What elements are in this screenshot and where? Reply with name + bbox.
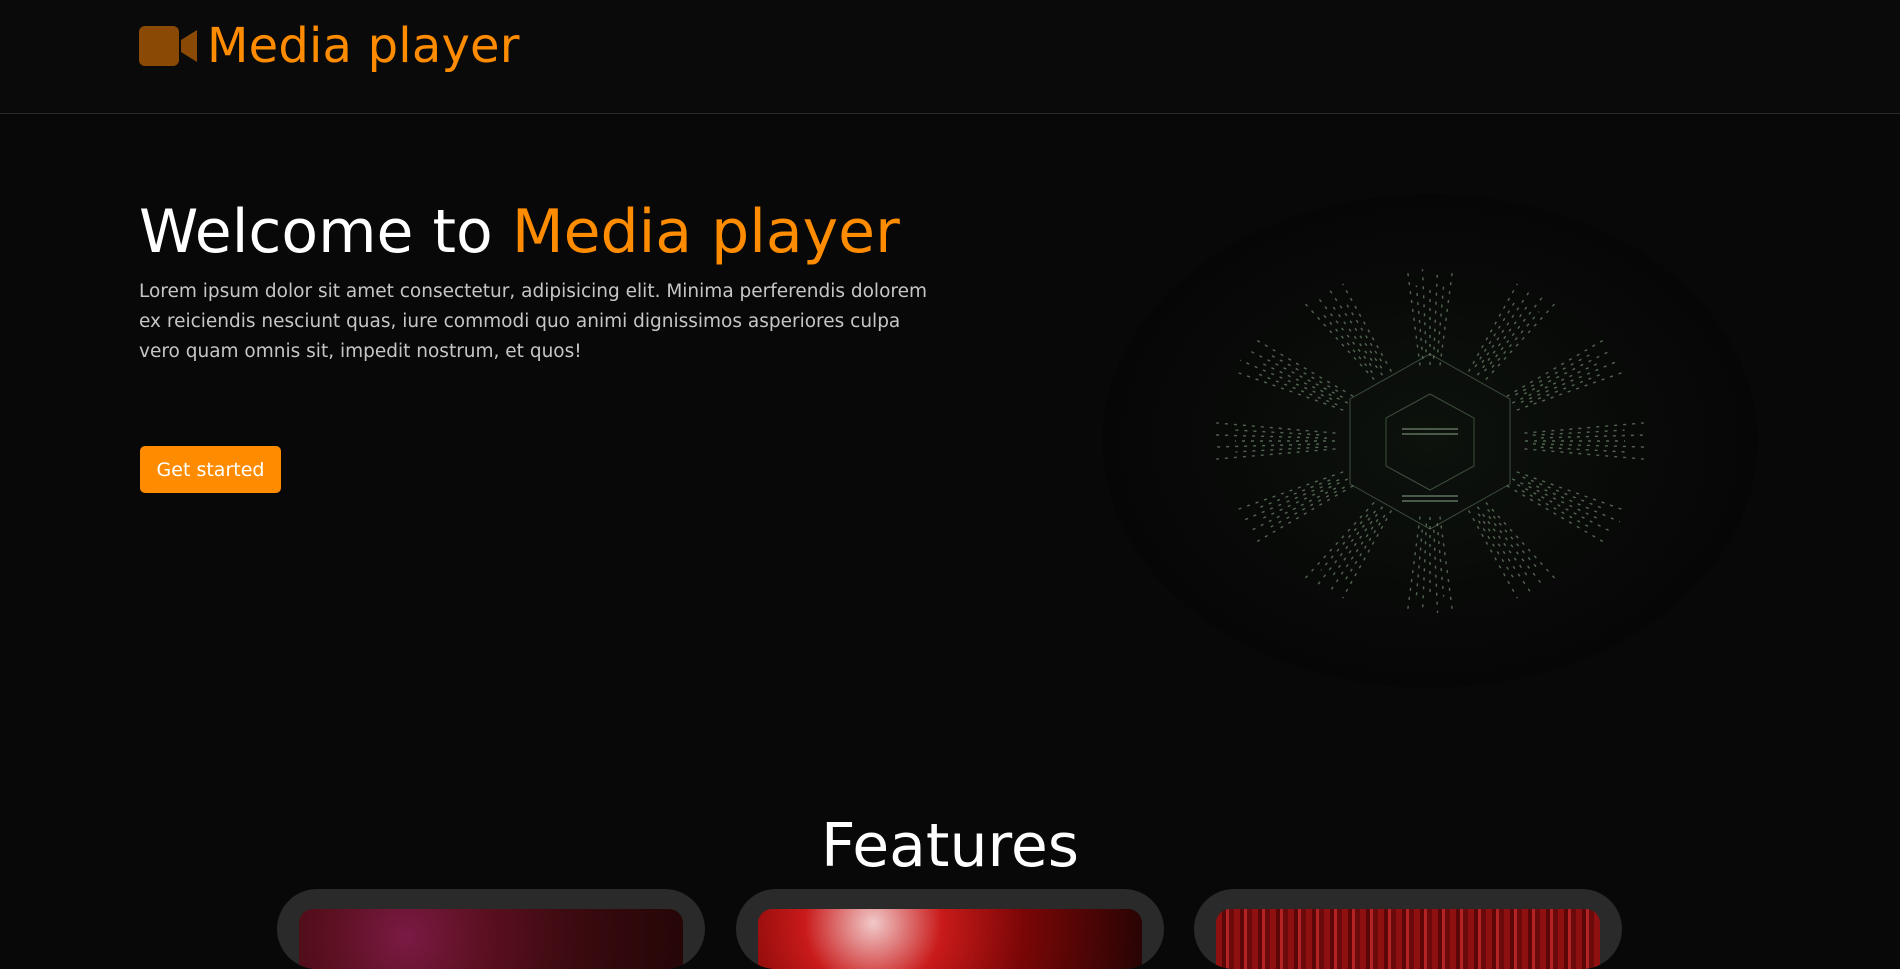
tunnel-streak (1343, 514, 1386, 582)
tunnel-streak (1268, 353, 1339, 392)
hero-title: Welcome to Media player (139, 194, 900, 270)
tunnel-streak (1529, 371, 1606, 403)
tunnel-streak (1524, 448, 1644, 460)
tunnel-streak (1516, 471, 1627, 512)
brand-name: Media player (207, 18, 520, 74)
tunnel-streak (1320, 311, 1373, 374)
tunnel-streak (1433, 529, 1439, 613)
tunnel-streak (1524, 422, 1644, 434)
tunnel-streak (1415, 285, 1424, 359)
tunnel-streak (1540, 434, 1645, 439)
tunnel-streak (1532, 443, 1645, 448)
tunnel-streak (1331, 506, 1384, 577)
tunnel-streak (1468, 510, 1519, 599)
tunnel-streak (1268, 486, 1345, 529)
tunnel-streak (1233, 370, 1344, 411)
tunnel-streak (1517, 484, 1613, 533)
tunnel-streak (1415, 529, 1423, 597)
tunnel-streak (1481, 288, 1532, 363)
hero-description: Lorem ipsum dolor sit amet consectetur, … (139, 281, 927, 362)
tunnel-streak (1328, 288, 1383, 369)
red-light-streak-image (758, 909, 1142, 969)
tunnel-streak (1437, 285, 1445, 353)
tunnel-streak (1303, 301, 1375, 380)
get-started-button[interactable]: Get started (140, 446, 281, 493)
tunnel-streak (1516, 370, 1627, 411)
tunnel-streak (1521, 490, 1592, 529)
tunnel-streak (1216, 422, 1336, 434)
video-camera-icon (139, 26, 197, 66)
tunnel-streak (1341, 283, 1392, 372)
tunnel-streak (1421, 269, 1427, 353)
tunnel-streak (1341, 510, 1392, 599)
tunnel-streak (1532, 429, 1625, 436)
tunnel-streak (1477, 513, 1532, 594)
tunnel-streak (1406, 269, 1421, 366)
tunnel-streak (1476, 305, 1529, 376)
navbar: Media player (0, 0, 1900, 114)
tunnel-streak (1216, 448, 1336, 460)
tunnel-streak (1439, 269, 1454, 366)
hero-image (1102, 194, 1758, 688)
tunnel-streak (1511, 478, 1600, 520)
tunnel-streak (1468, 283, 1519, 372)
tunnel-streak (1484, 294, 1545, 372)
tunnel-streak (1432, 269, 1439, 359)
feature-card[interactable] (277, 889, 705, 969)
features-title: Features (821, 811, 1079, 881)
hero-title-accent: Media player (511, 197, 900, 267)
tunnel-streak (1331, 305, 1384, 376)
tunnel-streak (1239, 479, 1340, 523)
tunnel-streak (1476, 506, 1529, 577)
brand-link[interactable]: Media player (139, 14, 520, 78)
tunnel-streak (1523, 349, 1613, 395)
tunnel-streak (1247, 487, 1337, 533)
tunnel-streak (1436, 523, 1445, 597)
tunnel-streak (1233, 471, 1344, 512)
tunnel-streak (1260, 362, 1349, 404)
tunnel-streak (1315, 294, 1372, 367)
tunnel-streak (1260, 478, 1349, 520)
tunnel-streak (1215, 443, 1320, 448)
feature-card[interactable] (1194, 889, 1622, 969)
tunnel-streak (1315, 510, 1376, 588)
tunnel-streak (1491, 311, 1540, 368)
tunnel-streak (1485, 301, 1557, 380)
tunnel-streak (1520, 359, 1621, 403)
tunnel-streak (1303, 502, 1375, 581)
hero-title-prefix: Welcome to (139, 197, 512, 267)
tunnel-streak (1406, 516, 1421, 613)
red-particle-image (1216, 909, 1600, 969)
tunnel-streak (1215, 434, 1328, 439)
tunnel-streak (1488, 515, 1545, 588)
purple-red-abstract-image (299, 909, 683, 969)
tunnel-streak (1474, 300, 1517, 368)
tunnel-streak (1254, 479, 1331, 511)
tunnel-streak (1320, 514, 1369, 571)
tunnel-streak (1239, 359, 1333, 400)
tunnel-streak (1439, 516, 1454, 613)
tunnel-streak (1527, 482, 1621, 523)
tunnel-streak (1515, 353, 1592, 396)
tunnel-streak (1235, 446, 1328, 453)
tunnel-streak (1485, 502, 1557, 581)
tunnel-streak (1511, 362, 1600, 404)
tunnel-streak (1328, 519, 1379, 594)
hexagonal-tunnel-image (1215, 269, 1645, 613)
tunnel-streak (1421, 523, 1428, 613)
tunnel-streak (1247, 349, 1343, 398)
tunnel-streak (1487, 508, 1540, 571)
feature-card[interactable] (736, 889, 1164, 969)
